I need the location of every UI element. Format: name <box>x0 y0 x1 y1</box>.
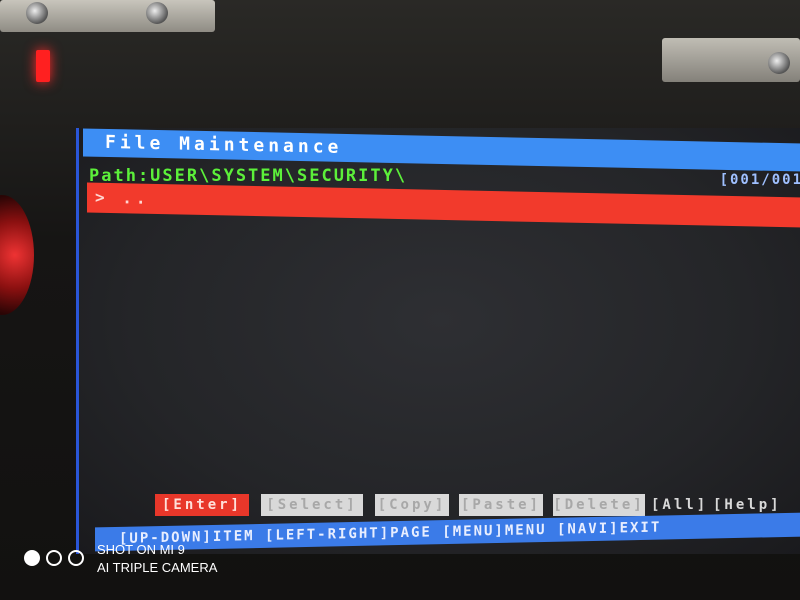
copy-button[interactable]: [Copy] <box>375 494 449 516</box>
screw-icon <box>146 2 168 24</box>
enter-button[interactable]: [Enter] <box>155 494 249 516</box>
file-list <box>87 224 800 484</box>
all-button[interactable]: [All] <box>651 494 707 516</box>
paste-button[interactable]: [Paste] <box>459 494 543 516</box>
screw-icon <box>26 2 48 24</box>
screw-icon <box>768 52 790 74</box>
key-hint-bar: [UP-DOWN]ITEM [LEFT-RIGHT]PAGE [MENU]MEN… <box>95 512 800 552</box>
power-led-icon <box>36 50 50 82</box>
watermark-line-1: SHOT ON MI 9 <box>97 542 185 557</box>
camera-logo-icon <box>24 550 94 570</box>
watermark-line-2: AI TRIPLE CAMERA <box>97 560 218 575</box>
page-counter: [001/001 <box>719 172 800 188</box>
select-button[interactable]: [Select] <box>261 494 363 516</box>
mounting-bracket-left <box>0 0 215 32</box>
head-unit-bezel: File Maintenance Path:USER\SYSTEM\SECURI… <box>0 0 800 600</box>
mounting-bracket-right <box>662 38 800 82</box>
delete-button[interactable]: [Delete] <box>553 494 645 516</box>
file-list-item-parent-dir[interactable]: > .. <box>87 182 800 228</box>
volume-knob[interactable] <box>0 195 34 315</box>
lcd-screen: File Maintenance Path:USER\SYSTEM\SECURI… <box>76 128 800 554</box>
